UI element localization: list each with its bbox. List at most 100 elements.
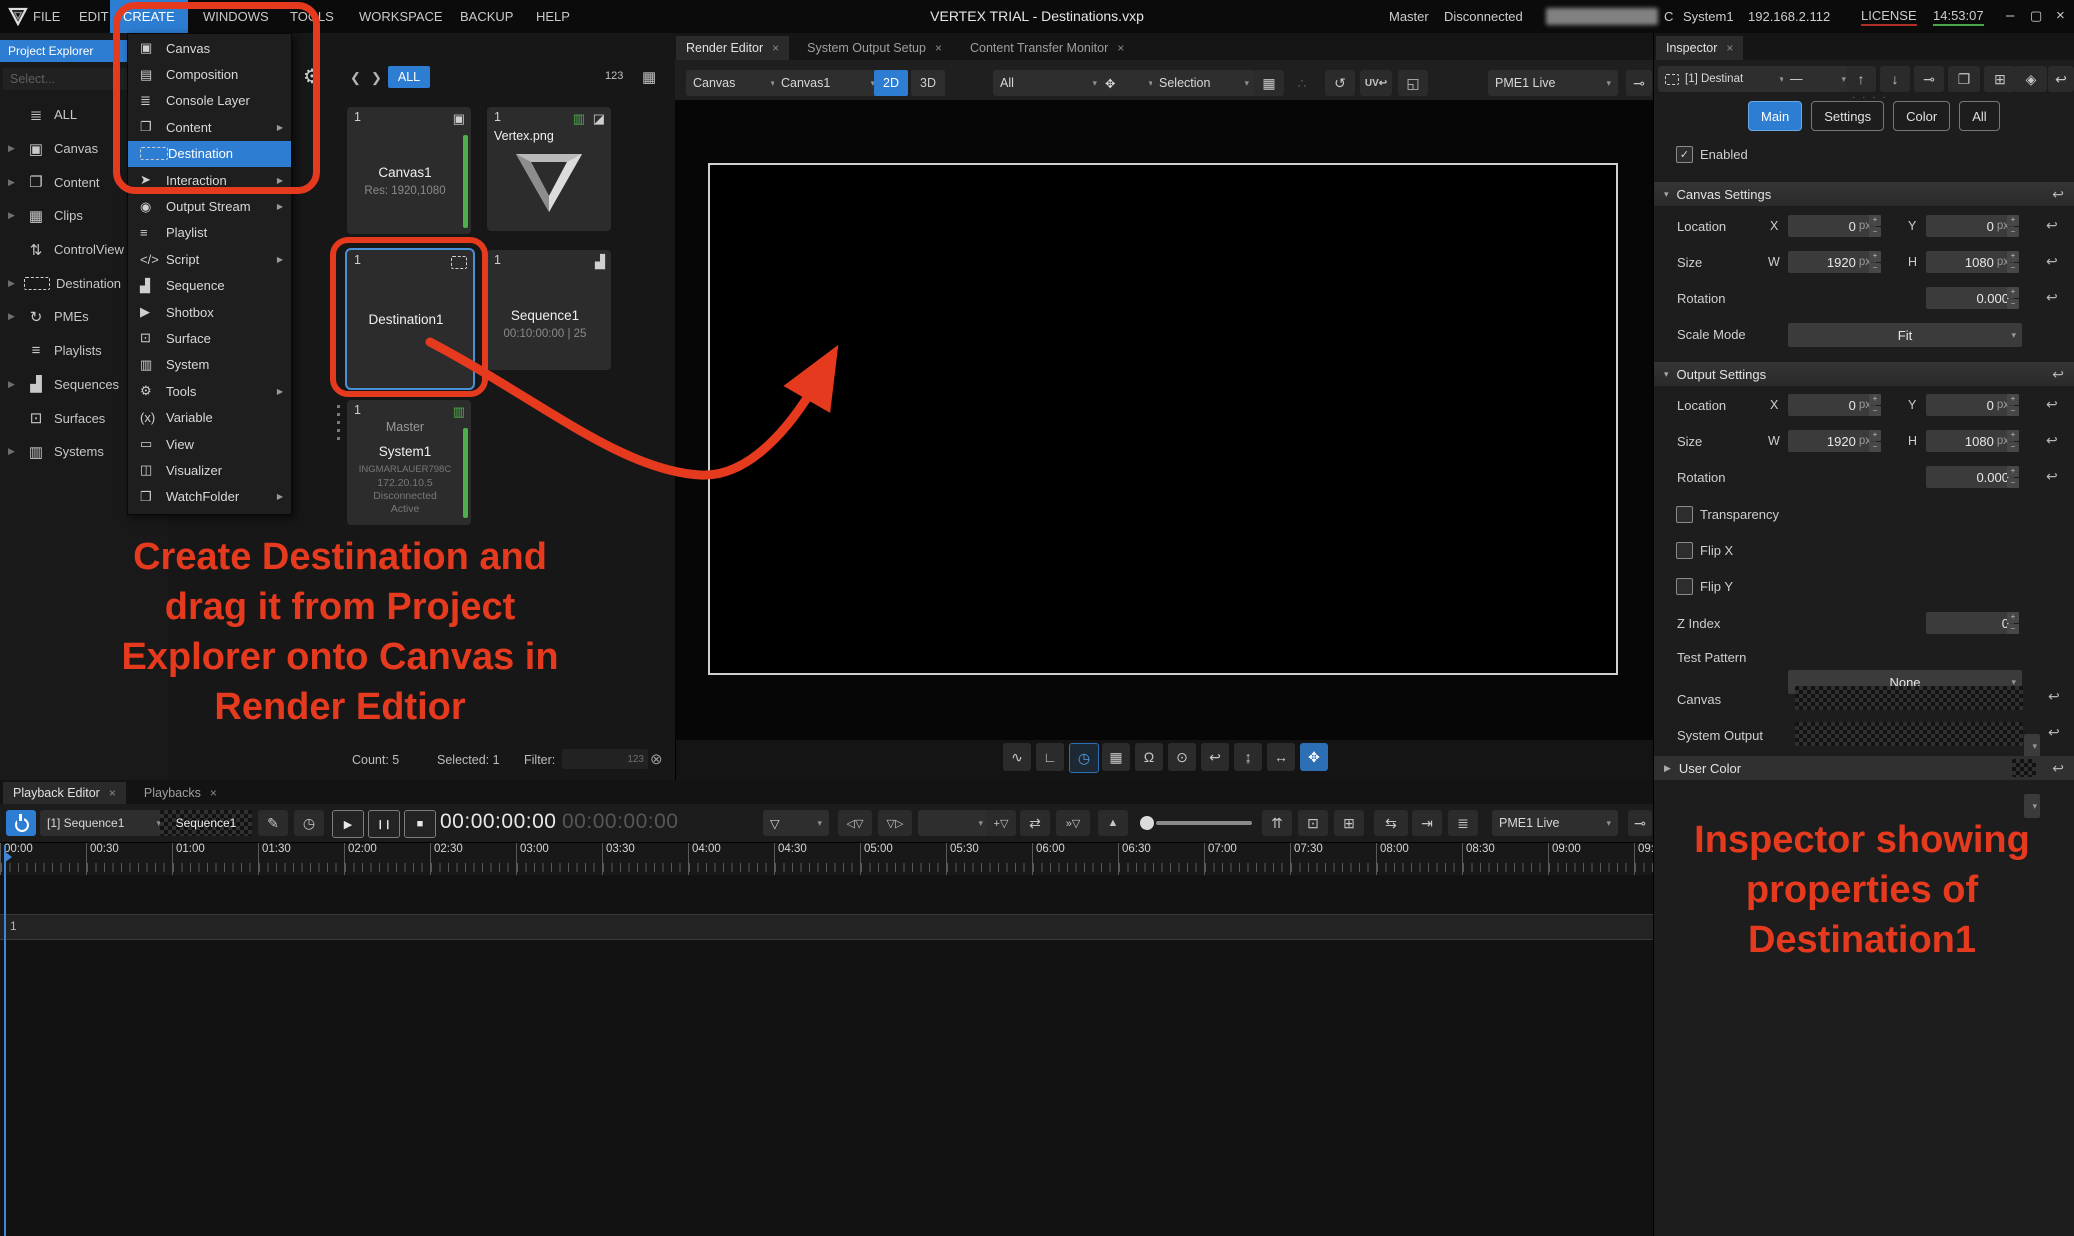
inspector-mode-tab[interactable]: Main: [1748, 101, 1802, 131]
create-menu-item[interactable]: ◉ Output Stream ▶: [128, 193, 291, 219]
enabled-checkbox[interactable]: ✓: [1676, 146, 1693, 163]
spin-up-icon[interactable]: +: [1869, 251, 1881, 262]
grid-view-icon[interactable]: ▦: [642, 68, 656, 86]
prev-cue-button[interactable]: ◁▽: [838, 810, 872, 836]
nav-up-icon[interactable]: ↑: [1846, 66, 1876, 92]
section-collapse-icon[interactable]: ▾: [1664, 189, 1669, 200]
spin-down-icon[interactable]: −: [2007, 624, 2019, 635]
create-menu-item[interactable]: ▟ Sequence: [128, 273, 291, 299]
zoom-selection-button[interactable]: ⊡: [1298, 810, 1328, 836]
flip-x-checkbox[interactable]: [1676, 542, 1693, 559]
spinner[interactable]: +−: [2007, 612, 2019, 634]
maximize-button[interactable]: ▢: [2030, 8, 2042, 24]
selection-mode-dropdown[interactable]: Selection▾: [1152, 70, 1256, 96]
canvas-size-h-field[interactable]: 1080px: [1926, 251, 2014, 273]
canvas-ref-caret[interactable]: ▾: [2024, 734, 2040, 758]
tile-vertex-png[interactable]: 1 ▥ ◪ Vertex.png: [487, 107, 611, 231]
spinner[interactable]: +−: [1869, 215, 1881, 237]
section-expand-icon[interactable]: ▶: [1664, 763, 1671, 774]
track-rows-button[interactable]: ≣: [1448, 810, 1478, 836]
canvas-reference-dropdown[interactable]: [1795, 686, 2023, 710]
spin-up-icon[interactable]: +: [2007, 430, 2019, 441]
scale-mode-dropdown[interactable]: Fit▾: [1788, 323, 2022, 347]
expand-horizontal-button[interactable]: ⇆: [1374, 810, 1408, 836]
reset-row-icon[interactable]: ↩: [2046, 289, 2058, 306]
tab-close-icon[interactable]: ×: [1726, 41, 1733, 55]
reset-row-icon[interactable]: ↩: [2046, 432, 2058, 449]
tab-close-icon[interactable]: ×: [772, 41, 779, 55]
output-size-w-field[interactable]: 1920px: [1788, 430, 1876, 452]
filter-clear-icon[interactable]: ⊗: [650, 750, 663, 768]
add-cue-button[interactable]: +▽: [986, 810, 1016, 836]
shuffle-button[interactable]: ⇄: [1020, 810, 1050, 836]
panel-splitter-handle[interactable]: [337, 405, 340, 445]
spin-up-icon[interactable]: +: [2007, 612, 2019, 623]
spin-down-icon[interactable]: −: [2007, 406, 2019, 417]
user-color-swatch[interactable]: [2012, 759, 2036, 777]
output-location-x-field[interactable]: 0px: [1788, 394, 1876, 416]
spin-up-icon[interactable]: +: [2007, 394, 2019, 405]
menubar-item[interactable]: HELP: [536, 0, 570, 33]
canvas-location-y-field[interactable]: 0px: [1926, 215, 2014, 237]
reset-section-icon[interactable]: ↩: [2052, 186, 2064, 203]
playback-pme-dropdown[interactable]: PME1 Live▾: [1492, 810, 1618, 836]
pan-move-icon[interactable]: ✥: [1300, 743, 1328, 771]
pause-button[interactable]: ❙❙: [368, 810, 400, 838]
create-menu-item[interactable]: ≡ Playlist: [128, 220, 291, 246]
pin-playback-icon[interactable]: ⊸: [1628, 810, 1652, 836]
menubar-item[interactable]: EDIT: [79, 0, 109, 33]
layer-filter-dropdown[interactable]: All▾: [993, 70, 1104, 96]
close-button[interactable]: ×: [2056, 7, 2065, 24]
edit-sequence-icon[interactable]: ✎: [258, 810, 288, 836]
play-button[interactable]: ▶: [332, 810, 364, 838]
reset-section-icon[interactable]: ↩: [2052, 760, 2064, 777]
spin-up-icon[interactable]: +: [2007, 215, 2019, 226]
screenshot-icon[interactable]: ⊙: [1168, 743, 1196, 771]
spinner[interactable]: +−: [2007, 287, 2019, 309]
user-color-header[interactable]: ▶ User Color ↩: [1654, 756, 2074, 780]
spinner[interactable]: +−: [2007, 394, 2019, 416]
create-menu-item[interactable]: ❒ WatchFolder ▶: [128, 484, 291, 510]
inspector-tab[interactable]: Inspector ×: [1656, 36, 1743, 60]
cue-flag-dropdown[interactable]: ▽▾: [763, 810, 829, 836]
spinner[interactable]: +−: [2007, 251, 2019, 273]
inspector-mode-tab[interactable]: Color: [1893, 101, 1950, 131]
spinner[interactable]: +−: [2007, 466, 2019, 488]
mode-3d-button[interactable]: 3D: [911, 70, 945, 96]
nav-back-icon[interactable]: ❮: [350, 70, 361, 86]
output-settings-header[interactable]: ▾ Output Settings ↩: [1654, 362, 2074, 386]
canvas-size-w-field[interactable]: 1920px: [1788, 251, 1876, 273]
reset-row-icon[interactable]: ↩: [2048, 724, 2060, 741]
spinner[interactable]: +−: [2007, 430, 2019, 452]
inspected-object-dropdown[interactable]: [1] Destinat ▾: [1658, 66, 1791, 92]
menubar-item[interactable]: WORKSPACE: [359, 0, 443, 33]
editor-tab[interactable]: Render Editor ×: [676, 36, 789, 60]
canvas-type-dropdown[interactable]: Canvas▾: [686, 70, 782, 96]
spinner[interactable]: +−: [1869, 394, 1881, 416]
spinner[interactable]: +−: [2007, 215, 2019, 237]
create-menu-item[interactable]: ⊡ Surface: [128, 325, 291, 351]
reset-view-icon[interactable]: ↩: [1201, 743, 1229, 771]
canvas-outline[interactable]: [708, 163, 1618, 675]
spin-up-icon[interactable]: +: [2007, 287, 2019, 298]
section-collapse-icon[interactable]: ▾: [1664, 369, 1669, 380]
reset-row-icon[interactable]: ↩: [2046, 468, 2058, 485]
spin-down-icon[interactable]: −: [2007, 299, 2019, 310]
sequence-name-chip[interactable]: Sequence1: [160, 810, 252, 836]
spin-down-icon[interactable]: −: [1869, 227, 1881, 238]
snap-points-icon[interactable]: ∴: [1290, 70, 1314, 96]
nav-forward-icon[interactable]: ❯: [371, 70, 382, 86]
skip-cue-button[interactable]: »▽: [1056, 810, 1090, 836]
canvas-settings-header[interactable]: ▾ Canvas Settings ↩: [1654, 182, 2074, 206]
stop-button[interactable]: ■: [404, 810, 436, 838]
crop-transform-icon[interactable]: ◱: [1398, 70, 1428, 96]
tree-expand-icon[interactable]: ▶: [8, 379, 24, 390]
nav-down-icon[interactable]: ↓: [1880, 66, 1910, 92]
menubar-item[interactable]: BACKUP: [460, 0, 513, 33]
system-output-dropdown[interactable]: [1795, 722, 2023, 746]
move-tool-dropdown[interactable]: ✥▾: [1098, 70, 1160, 96]
reset-row-icon[interactable]: ↩: [2046, 253, 2058, 270]
license-button[interactable]: LICENSE: [1861, 8, 1917, 26]
minimize-button[interactable]: –: [2006, 7, 2014, 24]
tab-close-icon[interactable]: ×: [935, 41, 942, 55]
